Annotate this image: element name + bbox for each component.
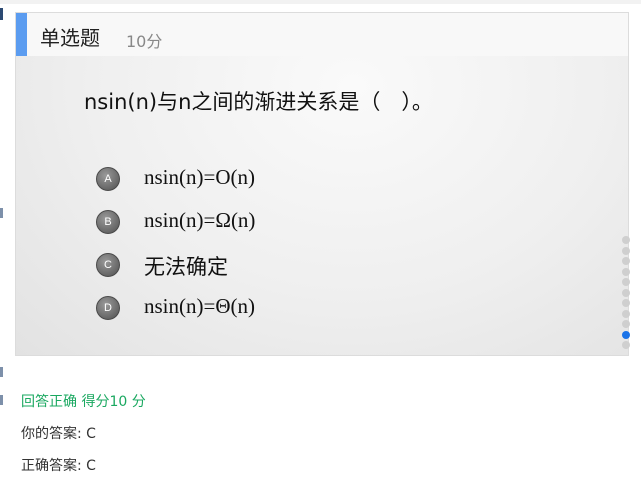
option-text: nsin(n)=O(n) xyxy=(144,165,255,189)
your-answer: 你的答案: C xyxy=(21,426,96,442)
question-score: 10分 xyxy=(126,32,163,51)
left-edge-mark xyxy=(0,208,3,218)
pagination-dot[interactable] xyxy=(622,246,630,255)
option-letter-circle: A xyxy=(96,167,120,191)
pagination-dot[interactable] xyxy=(622,299,630,307)
option-text: nsin(n)=Θ(n) xyxy=(144,294,255,318)
option-letter-circle: B xyxy=(96,210,120,234)
option-letter-circle: D xyxy=(96,296,120,320)
question-card: 单选题 10分 nsin(n)与n之间的渐进关系是（ ）。 A nsin(n)=… xyxy=(15,12,629,356)
question-type-label: 单选题 xyxy=(40,26,100,50)
top-edge-strip xyxy=(0,0,641,4)
pagination-dot[interactable] xyxy=(622,330,630,339)
header-accent-bar xyxy=(16,13,27,56)
left-edge-mark xyxy=(0,395,3,405)
left-edge-strip xyxy=(0,0,3,490)
pagination-dot[interactable] xyxy=(622,341,630,349)
pagination-dot[interactable] xyxy=(622,288,630,297)
pagination-dot[interactable] xyxy=(622,267,630,276)
pagination-dot[interactable] xyxy=(622,278,630,286)
option-letter-circle: C xyxy=(96,253,120,277)
result-status: 回答正确 得分10 分 xyxy=(21,394,146,410)
pagination-dot[interactable] xyxy=(622,309,630,318)
left-edge-mark xyxy=(0,367,3,377)
correct-answer: 正确答案: C xyxy=(21,458,96,474)
option-text: 无法确定 xyxy=(144,255,228,279)
pagination-dot[interactable] xyxy=(622,257,630,265)
question-header: 单选题 10分 xyxy=(16,13,628,56)
pagination-dot[interactable] xyxy=(622,320,630,328)
question-prompt: nsin(n)与n之间的渐进关系是（ ）。 xyxy=(84,90,433,114)
option-text: nsin(n)=Ω(n) xyxy=(144,208,256,232)
question-slide: nsin(n)与n之间的渐进关系是（ ）。 A nsin(n)=O(n) B n… xyxy=(16,56,628,355)
pagination-dot[interactable] xyxy=(622,236,630,244)
left-edge-mark xyxy=(0,8,3,20)
